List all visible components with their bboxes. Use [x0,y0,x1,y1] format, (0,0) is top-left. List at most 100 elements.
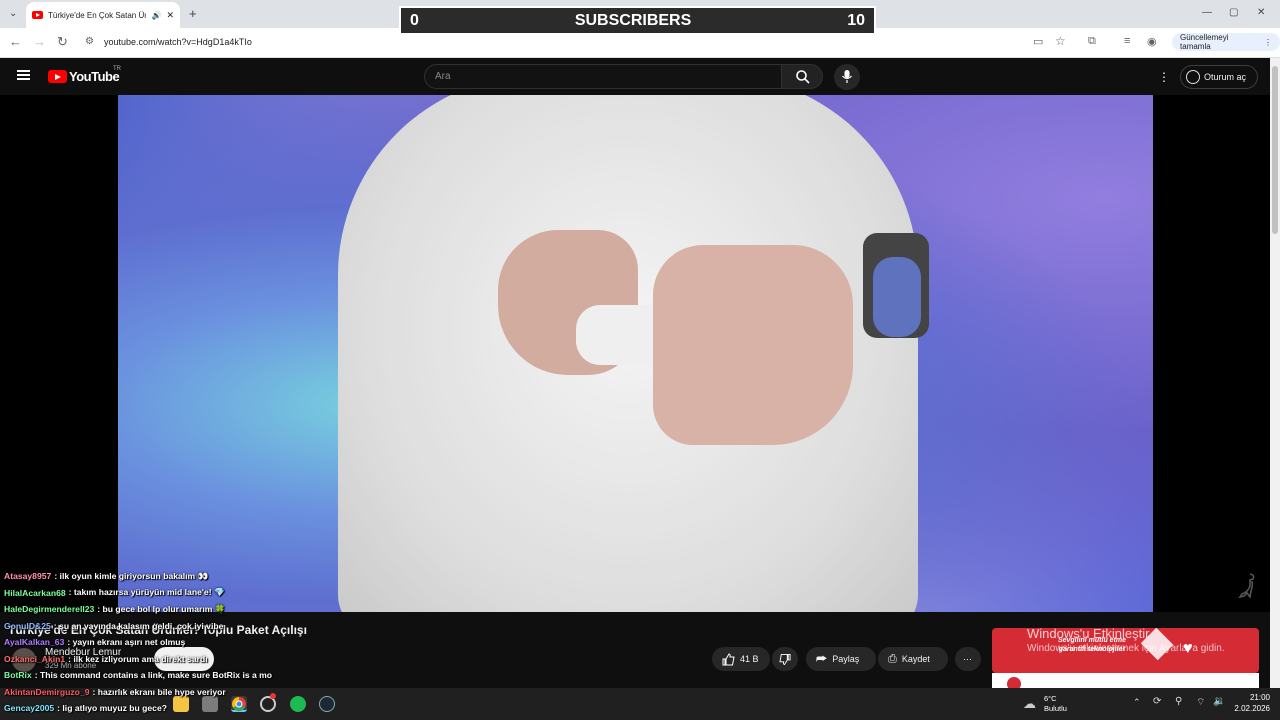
chat-username: BotRix [4,670,32,681]
chat-username: HilalAcarkan68 [4,587,66,598]
chat-message: BotRix: This command contains a link, ma… [4,667,272,684]
windows-activate-title: Windows'u Etkinleştir [1027,626,1150,641]
tab-search-icon[interactable]: ⌄ [9,8,17,19]
new-tab-icon[interactable]: + [189,6,197,21]
chat-message: GonulD&25: şu an yayında kalasım geldi, … [4,618,272,635]
chat-message: HilalAcarkan68: takım hazırsa yürüyün mi… [4,585,272,602]
stream-chat-overlay: Atasay8957: ilk oyun kimle giriyorsun ba… [4,568,272,717]
chat-username: GonulD&25 [4,620,51,631]
tab-close-icon[interactable]: ✕ [166,10,174,21]
extensions-icon[interactable]: ⧉ [1088,35,1096,48]
weather-temp: 6°C [1044,694,1057,703]
microphone-icon [842,70,852,83]
wifi-icon[interactable]: ⌔ [1196,696,1205,709]
chat-message: AyalKalkan_63: yayın ekranı aşırı net ol… [4,634,272,651]
steam-icon[interactable] [319,696,335,712]
subscriber-goal-bar: 0 SUBSCRIBERS 10 [399,6,876,35]
menu-hamburger-icon[interactable] [17,70,30,80]
video-frame[interactable] [118,95,1153,612]
chat-text: : şu an yayında kalasım geldi, çok iyi v… [53,620,224,631]
settings-kebab-icon[interactable]: ⋮ [1158,70,1170,84]
chat-text: : ilk kez izliyorum ama direkt sardı [68,653,208,664]
chat-text: : bu gece bol lp olur umarım 🍀 [97,603,226,614]
chat-message: Ozkanci_Akin1: ilk kez izliyorum ama dir… [4,651,272,668]
search-input[interactable]: Ara [424,64,782,89]
dislike-button[interactable] [772,647,798,671]
site-info-icon[interactable]: ⚙ [85,36,94,47]
save-button[interactable]: ⎙ Kaydet [878,647,948,671]
chat-username: Ozkanci_Akin1 [4,653,66,664]
chat-message: HaleDegirmenderell23: bu gece bol lp olu… [4,601,272,618]
reading-list-icon[interactable]: ≡ [1124,35,1130,47]
chat-username: AyalKalkan_63 [4,637,65,648]
video-dim-overlay [118,95,1153,612]
youtube-logo-icon[interactable] [48,70,67,83]
bookmark-icon: ⎙ [888,652,897,665]
share-button[interactable]: ⮫ Paylaş [806,647,876,671]
subscriber-goal-target: 10 [847,11,865,29]
window-close-icon[interactable]: ✕ [1257,7,1265,18]
scrollbar-thumb[interactable] [1272,66,1278,234]
chat-username: AkintanDemirguzo_9 [4,686,90,697]
sign-in-label: Oturum aç [1204,72,1247,82]
clock-time: 21:00 [1249,693,1270,702]
chat-message: Atasay8957: ilk oyun kimle giriyorsun ba… [4,568,272,585]
chat-username: HaleDegirmenderell23 [4,604,95,615]
clock-date: 2.02.2026 [1234,704,1270,713]
usb-icon[interactable]: ⚲ [1175,696,1182,707]
profile-icon[interactable]: ◉ [1147,35,1157,48]
weather-desc: Bulutlu [1044,704,1067,713]
voice-search-button[interactable] [834,64,860,90]
tray-chevron-icon[interactable]: ⌃ [1133,697,1141,708]
maximize-icon[interactable]: ▢ [1229,7,1238,18]
more-dots-icon: ⋯ [963,653,972,664]
subscriber-goal-start: 0 [410,11,419,29]
chat-message: AkintanDemirguzo_9: hazırlık ekranı bile… [4,684,272,701]
minimize-icon[interactable]: — [1202,7,1212,18]
chat-message: Gencay2005: lig atlıyo muyuz bu gece? [4,700,272,717]
chat-text: : hazırlık ekranı bile hype veriyor [92,686,226,697]
like-button[interactable]: 41 B [712,647,770,671]
thumbs-down-icon [779,653,791,665]
youtube-favicon-icon [32,11,43,19]
cast-icon[interactable]: ▭ [1033,35,1043,48]
weather-widget[interactable]: 6°C Bulutlu [1044,694,1067,714]
update-button[interactable]: Güncellemeyi tamamla ⋮ [1172,33,1280,51]
sync-icon[interactable]: ⟳ [1153,696,1161,707]
region-code: TR [113,66,121,72]
chat-text: : ilk oyun kimle giriyorsun bakalım 👀 [54,570,209,581]
volume-icon[interactable]: 🔉 [1213,696,1225,707]
address-bar[interactable]: youtube.com/watch?v=HdgD1a4kTIo [104,37,252,47]
search-button[interactable] [781,64,823,89]
search-placeholder: Ara [435,71,451,82]
chat-text: : lig atlıyo muyuz bu gece? [57,703,167,714]
more-actions-button[interactable]: ⋯ [955,647,981,671]
back-icon[interactable]: ← [9,34,22,49]
thumbs-up-icon [722,652,735,665]
chat-username: Atasay8957 [4,571,52,582]
account-icon [1186,70,1200,84]
forward-icon[interactable]: → [33,34,46,49]
share-label: Paylaş [832,654,860,664]
chat-text: : This command contains a link, make sur… [34,670,273,681]
taskbar-clock[interactable]: 21:00 2.02.2026 [1230,692,1270,714]
update-button-label: Güncellemeyi tamamla [1180,33,1229,51]
subscriber-goal-label: SUBSCRIBERS [574,11,692,29]
sign-in-button[interactable]: Oturum aç [1180,65,1258,89]
windows-activate-subtitle: Windows'u etkinleştirmek için Ayarlar'a … [1027,643,1225,654]
dinosaur-watermark-icon [1238,573,1255,598]
speaker-icon: 🔊 [151,10,162,20]
reload-icon[interactable]: ↻ [57,34,68,50]
tab-title: Türkiye'de En Çok Satan Ür [48,10,147,20]
chat-text: : yayın ekranı aşırı net olmuş [67,637,186,648]
chat-text: : takım hazırsa yürüyün mid lane'e! 💎 [68,587,225,598]
chat-username: Gencay2005 [4,703,55,714]
browser-tab[interactable]: Türkiye'de En Çok Satan Ür 🔊 ✕ [26,2,180,28]
like-count: 41 B [740,654,759,664]
youtube-logo-text[interactable]: YouTube [69,69,120,84]
chrome-menu-icon[interactable]: ⋮ [1264,38,1272,47]
share-icon: ⮫ [816,651,828,666]
bookmark-star-icon[interactable]: ☆ [1055,34,1066,48]
cloud-weather-icon: ☁ [1023,696,1036,711]
spotify-icon[interactable] [290,696,306,712]
